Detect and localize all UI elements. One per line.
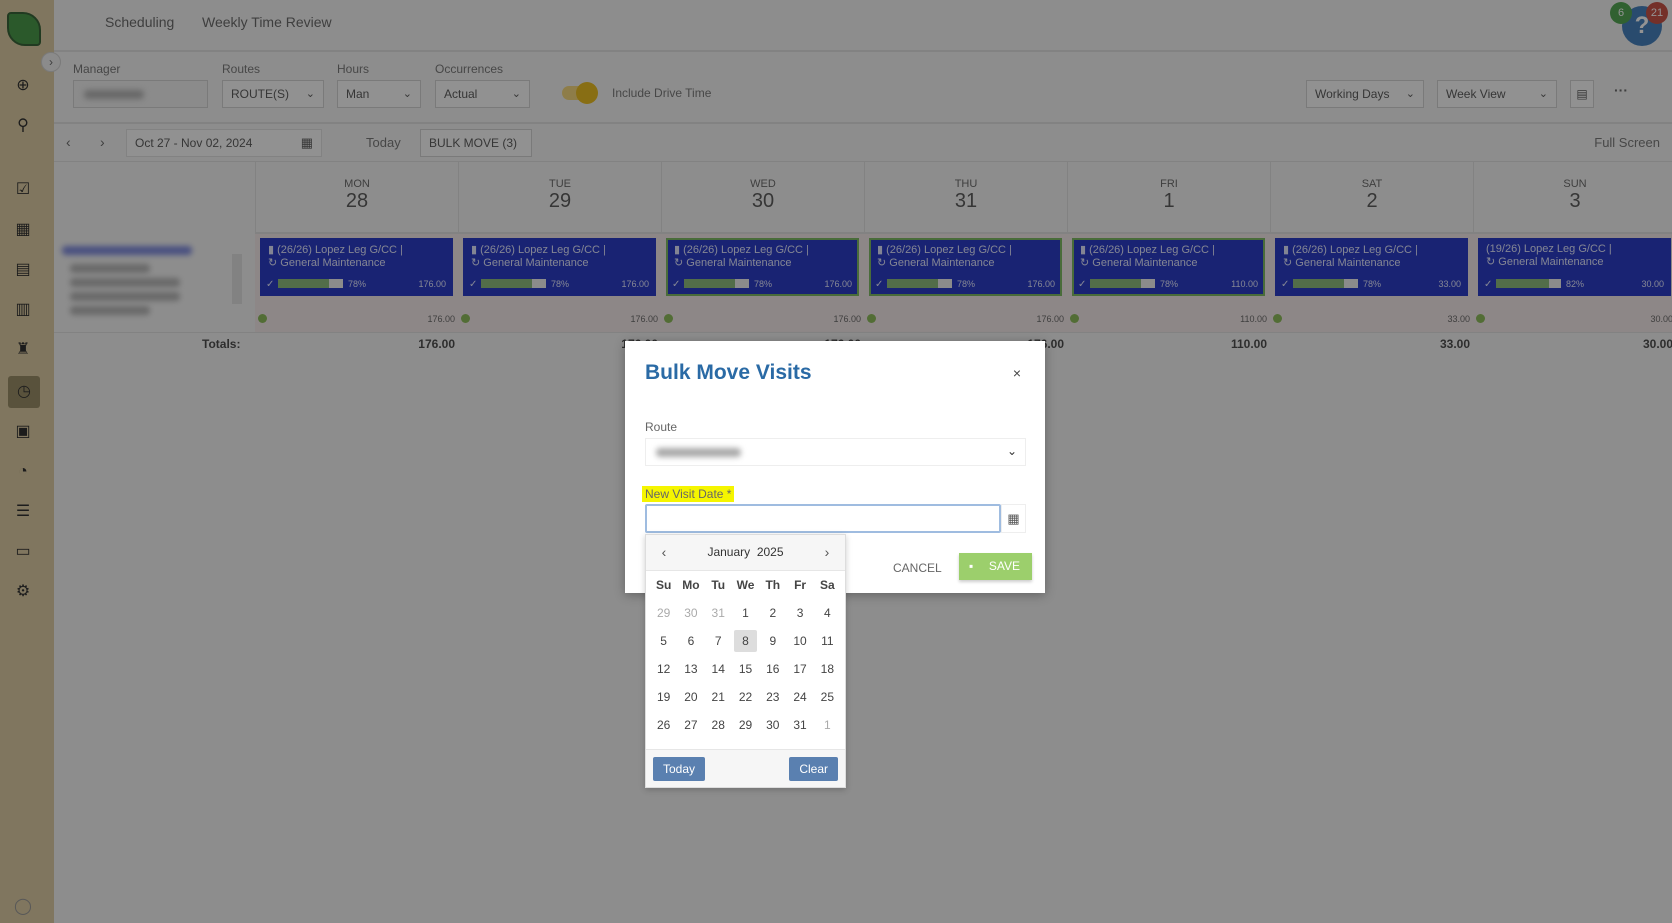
weekday-label: Su (655, 578, 672, 592)
calendar-day[interactable]: 20 (677, 683, 704, 711)
calendar-day[interactable]: 22 (732, 683, 759, 711)
calendar-day[interactable]: 16 (759, 655, 786, 683)
calendar-day[interactable]: 24 (786, 683, 813, 711)
calendar-day[interactable]: 19 (650, 683, 677, 711)
calendar-day[interactable]: 13 (677, 655, 704, 683)
chevron-down-icon: ⌄ (1006, 444, 1017, 458)
calendar-today-button[interactable]: Today (653, 757, 706, 781)
calendar-day[interactable]: 27 (677, 711, 704, 739)
prev-month-button[interactable]: ‹ (652, 535, 676, 569)
calendar-day[interactable]: 5 (650, 627, 677, 655)
save-icon: ▪ (969, 559, 974, 573)
route-label: Route (645, 420, 678, 434)
calendar-day[interactable]: 12 (650, 655, 677, 683)
date-picker: ‹ January 2025 › Su Mo Tu We Th Fr Sa 29 30 31 1 2 3… (645, 534, 846, 788)
calendar-day[interactable]: 2 (759, 599, 786, 627)
month-label[interactable]: January (707, 545, 750, 559)
weekday-label: Fr (794, 578, 807, 592)
calendar-day[interactable]: 1 (732, 599, 759, 627)
calendar-day[interactable]: 29 (732, 711, 759, 739)
calendar-day[interactable]: 14 (705, 655, 732, 683)
save-label: SAVE (988, 559, 1020, 573)
cancel-button[interactable]: CANCEL (893, 561, 942, 575)
calendar-day[interactable]: 25 (814, 683, 841, 711)
calendar-day[interactable]: 10 (786, 627, 813, 655)
weekday-label: Mo (682, 578, 700, 592)
year-label[interactable]: 2025 (757, 545, 784, 559)
calendar-day[interactable]: 11 (814, 627, 841, 655)
calendar-day[interactable]: 18 (814, 655, 841, 683)
calendar-day[interactable]: 30 (759, 711, 786, 739)
calendar-day[interactable]: 30 (677, 599, 704, 627)
new-visit-date-input[interactable] (645, 504, 1001, 533)
calendar-day[interactable]: 31 (786, 711, 813, 739)
calendar-day[interactable]: 23 (759, 683, 786, 711)
calendar-icon[interactable]: ▦ (1001, 504, 1026, 533)
calendar-day[interactable]: 4 (814, 599, 841, 627)
calendar-day[interactable]: 8 (733, 630, 758, 652)
calendar-day[interactable]: 31 (705, 599, 732, 627)
close-icon[interactable]: × (1013, 365, 1021, 381)
weekday-label: We (736, 578, 755, 592)
weekday-label: Th (765, 578, 781, 592)
calendar-day[interactable]: 26 (650, 711, 677, 739)
calendar-day[interactable]: 21 (705, 683, 732, 711)
calendar-day[interactable]: 17 (786, 655, 813, 683)
calendar-day[interactable]: 9 (759, 627, 786, 655)
new-visit-date-label: New Visit Date * (642, 486, 735, 502)
route-select[interactable]: ⌄ (645, 438, 1026, 466)
calendar-day[interactable]: 29 (650, 599, 677, 627)
next-month-button[interactable]: › (815, 535, 839, 569)
calendar-day[interactable]: 7 (705, 627, 732, 655)
save-button[interactable]: ▪ SAVE (959, 553, 1032, 580)
dialog-title: Bulk Move Visits (645, 361, 812, 384)
calendar-day[interactable]: 28 (705, 711, 732, 739)
weekday-label: Tu (711, 578, 726, 592)
calendar-day[interactable]: 6 (677, 627, 704, 655)
calendar-day[interactable]: 1 (814, 711, 841, 739)
weekday-label: Sa (820, 578, 835, 592)
calendar-day[interactable]: 3 (786, 599, 813, 627)
calendar-clear-button[interactable]: Clear (789, 757, 838, 781)
calendar-day[interactable]: 15 (732, 655, 759, 683)
